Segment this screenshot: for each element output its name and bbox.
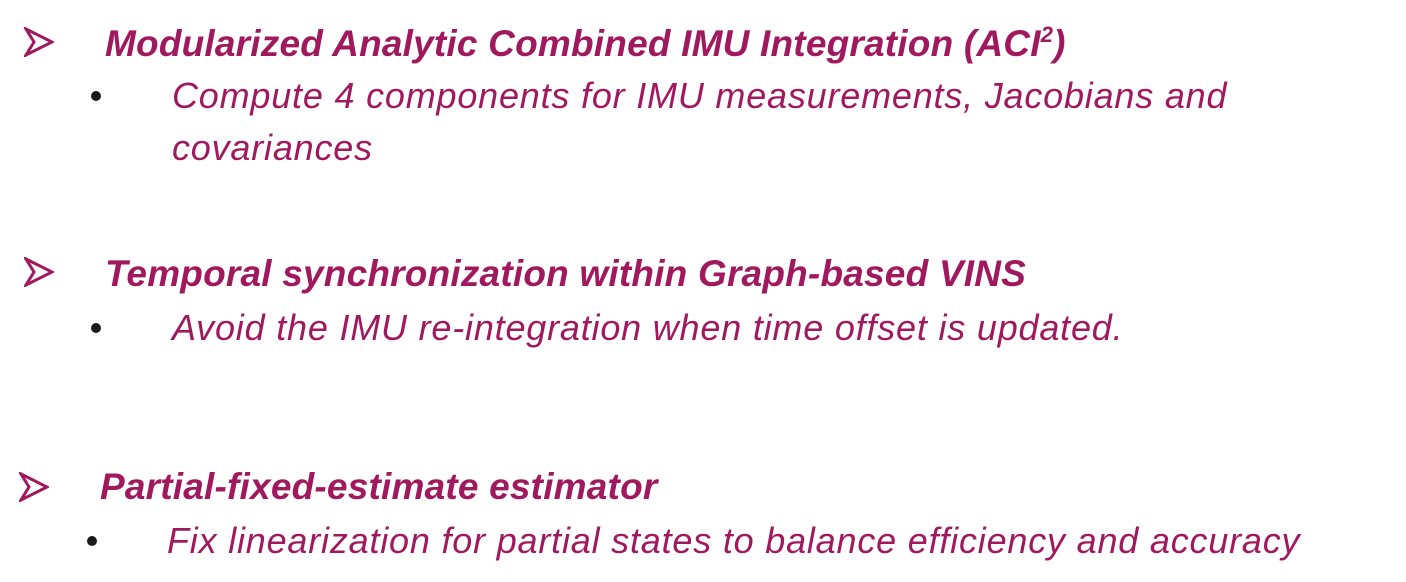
heading-text: Modularized Analytic Combined IMU Integr…	[105, 23, 1041, 64]
heading-superscript: 2	[1040, 22, 1054, 47]
arrow-bullet-icon	[19, 472, 59, 512]
heading-temporal-sync: Temporal synchronization within Graph-ba…	[105, 253, 1027, 294]
arrow-bullet-icon	[24, 27, 64, 67]
arrow-bullet-icon	[24, 257, 64, 297]
subpoint-fix-linearization: Fix linearization for partial states to …	[167, 515, 1300, 567]
subpoint-compute-components: Compute 4 components for IMU measurement…	[172, 70, 1227, 174]
subpoint-line-1: Avoid the IMU re-integration when time o…	[172, 307, 1124, 348]
heading-modularized-aci2: Modularized Analytic Combined IMU Integr…	[105, 22, 1066, 64]
dot-bullet-icon	[87, 536, 97, 546]
subpoint-line-1: Fix linearization for partial states to …	[167, 520, 1301, 561]
dot-bullet-icon	[91, 323, 101, 333]
subpoint-line-1: Compute 4 components for IMU measurement…	[172, 75, 1228, 116]
subpoint-avoid-reintegration: Avoid the IMU re-integration when time o…	[172, 302, 1123, 354]
subpoint-line-2: covariances	[172, 127, 373, 168]
dot-bullet-icon	[91, 91, 101, 101]
heading-partial-fixed: Partial-fixed-estimate estimator	[100, 466, 658, 507]
heading-close: )	[1053, 23, 1066, 64]
